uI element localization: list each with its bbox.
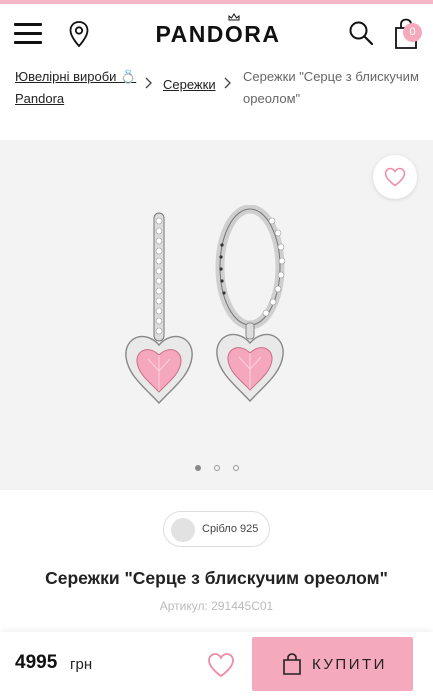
shopping-bag-icon bbox=[283, 653, 301, 675]
heart-icon[interactable] bbox=[207, 652, 235, 678]
gallery-dot[interactable] bbox=[233, 465, 239, 471]
metal-option-label: Срібло 925 bbox=[202, 523, 259, 535]
breadcrumb-link-jewelry[interactable]: Ювелірні вироби 💍 Pandora bbox=[15, 66, 145, 110]
price-currency: грн bbox=[70, 656, 93, 673]
pandora-logo[interactable]: PANDORA bbox=[148, 18, 288, 50]
breadcrumb-current: Сережки "Серце з блискучим ореолом" bbox=[243, 69, 419, 106]
heart-icon bbox=[384, 167, 406, 187]
chevron-right-icon bbox=[224, 77, 231, 89]
product-price: 4995 bbox=[15, 652, 58, 673]
cart-count-badge: 0 bbox=[403, 23, 422, 42]
buy-button-label: КУПИТИ bbox=[312, 656, 387, 673]
product-title: Сережки "Серце з блискучим ореолом" bbox=[45, 568, 388, 588]
product-sku: Артикул: 291445C01 bbox=[159, 599, 274, 613]
site-header: PANDORA 0 bbox=[0, 4, 433, 60]
metal-option-chip[interactable]: Срібло 925 bbox=[163, 511, 270, 547]
product-image-gallery[interactable] bbox=[0, 140, 433, 490]
gallery-dot[interactable] bbox=[214, 465, 220, 471]
gallery-dot[interactable] bbox=[195, 465, 201, 471]
menu-icon[interactable] bbox=[14, 23, 44, 45]
gallery-pagination bbox=[190, 465, 250, 473]
product-image bbox=[125, 205, 286, 405]
purchase-bar: 4995 грн КУПИТИ bbox=[0, 632, 433, 700]
location-pin-icon[interactable] bbox=[68, 20, 90, 48]
add-to-wishlist-button[interactable] bbox=[373, 155, 417, 199]
buy-button[interactable]: КУПИТИ bbox=[252, 637, 413, 691]
metal-swatch bbox=[171, 518, 195, 542]
breadcrumb: Ювелірні вироби 💍 Pandora Сережки Сережк… bbox=[0, 64, 433, 124]
search-icon[interactable] bbox=[348, 20, 374, 46]
breadcrumb-link-earrings[interactable]: Сережки bbox=[163, 77, 216, 93]
chevron-right-icon bbox=[145, 77, 152, 89]
